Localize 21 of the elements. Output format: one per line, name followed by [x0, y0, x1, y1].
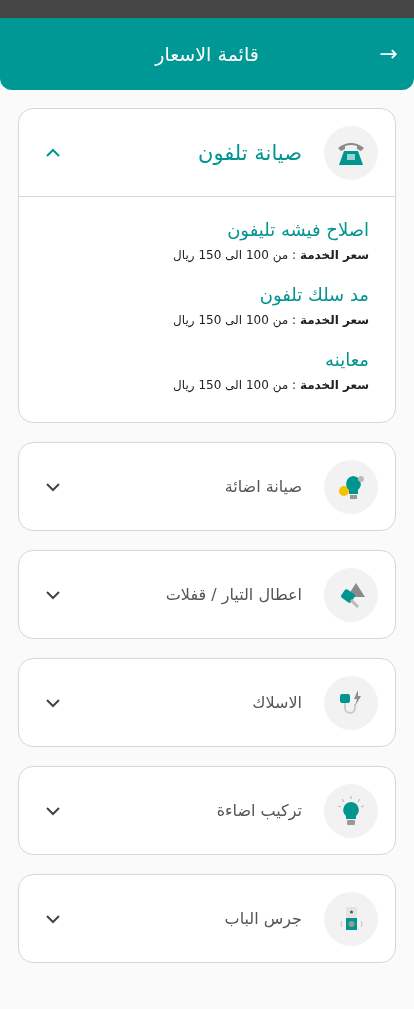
category-title[interactable]: جرس الباب	[87, 909, 302, 928]
back-button[interactable]: →	[375, 40, 402, 68]
service-price: سعر الخدمة : من 100 الى 150 ريال	[172, 378, 369, 392]
category-title[interactable]: اعطال التيار / قفلات	[87, 585, 302, 604]
service-price: سعر الخدمة : من 100 الى 150 ريال	[172, 248, 369, 262]
chevron-up-icon	[45, 147, 61, 158]
lightbulb-icon	[336, 794, 366, 827]
chevron-down-icon	[45, 913, 61, 924]
chevron-down-icon	[45, 589, 61, 600]
service-name: مد سلك تلفون	[258, 284, 369, 305]
category-title[interactable]: صيانة اضائة	[87, 477, 302, 496]
page-title: قائمة الاسعار	[155, 43, 259, 65]
category-title[interactable]: الاسلاك	[87, 693, 302, 712]
service-name: معاينه	[324, 349, 369, 370]
service-name: اصلاح فيشه تليفون	[226, 219, 369, 240]
category-title[interactable]: تركيب اضاءة	[87, 801, 302, 820]
chevron-down-icon	[45, 805, 61, 816]
chevron-down-icon	[45, 481, 61, 492]
chevron-down-icon	[45, 697, 61, 708]
service-price: سعر الخدمة : من 100 الى 150 ريال	[172, 313, 369, 327]
category-title[interactable]: صيانة تلفون	[87, 140, 302, 165]
